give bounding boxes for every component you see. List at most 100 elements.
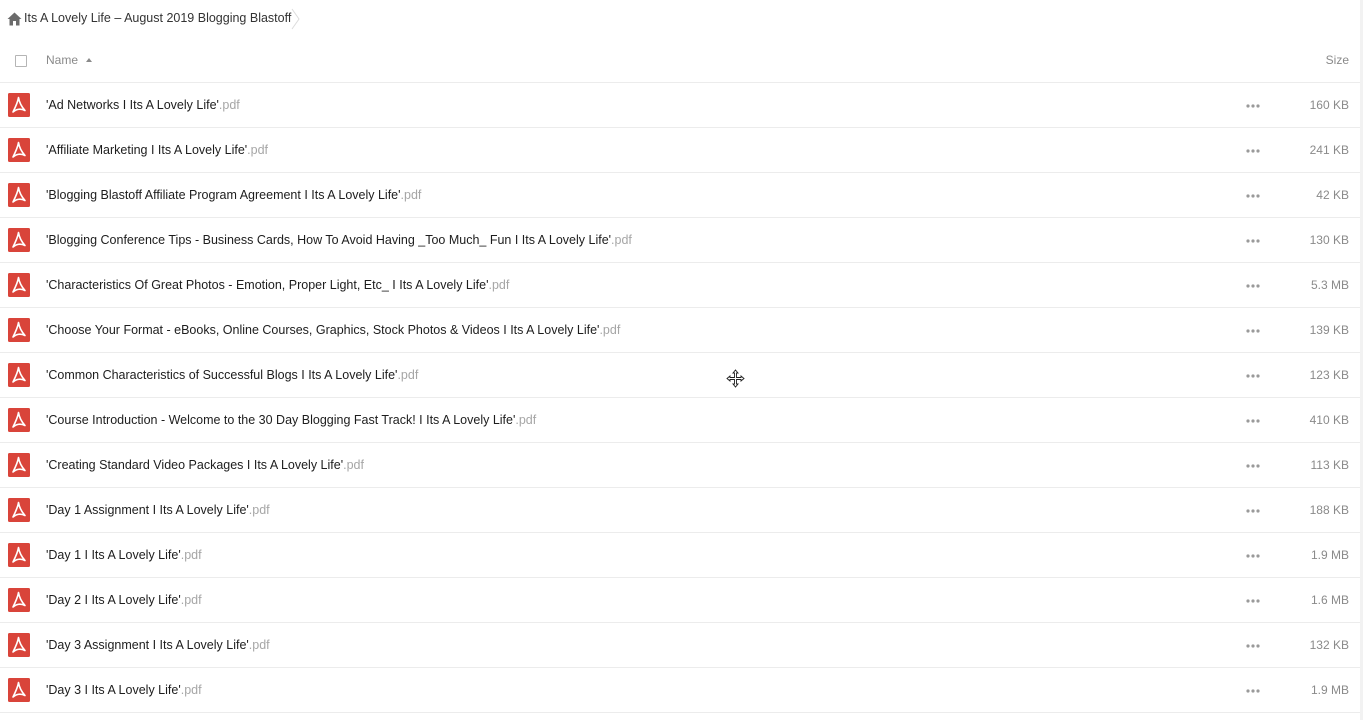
file-basename: 'Course Introduction - Welcome to the 30…: [46, 413, 516, 427]
file-name[interactable]: 'Course Introduction - Welcome to the 30…: [46, 413, 536, 427]
file-extension: .pdf: [180, 548, 202, 562]
file-extension: .pdf: [218, 98, 240, 112]
file-name[interactable]: 'Day 1 Assignment I Its A Lovely Life'.p…: [46, 503, 270, 517]
file-size: 241 KB: [1309, 143, 1349, 157]
more-options-icon[interactable]: [1245, 643, 1261, 649]
breadcrumb-separator-icon: [291, 8, 300, 30]
file-extension: .pdf: [397, 368, 419, 382]
file-name[interactable]: 'Creating Standard Video Packages I Its …: [46, 458, 364, 472]
file-list-header: Name Size: [0, 38, 1363, 83]
more-options-icon[interactable]: [1245, 463, 1261, 469]
pdf-file-icon: [8, 318, 30, 342]
file-size: 5.3 MB: [1310, 278, 1349, 292]
file-extension: .pdf: [248, 638, 270, 652]
file-basename: 'Day 3 Assignment I Its A Lovely Life': [46, 638, 249, 652]
file-extension: .pdf: [343, 458, 364, 472]
file-basename: 'Blogging Conference Tips - Business Car…: [46, 233, 612, 247]
file-basename: 'Characteristics Of Great Photos - Emoti…: [46, 278, 489, 292]
file-row[interactable]: 'Common Characteristics of Successful Bl…: [0, 353, 1363, 398]
more-options-icon[interactable]: [1245, 238, 1261, 244]
file-size: 123 KB: [1309, 368, 1349, 382]
pdf-file-icon: [8, 183, 30, 207]
more-options-icon[interactable]: [1245, 373, 1261, 379]
file-extension: .pdf: [515, 413, 537, 427]
file-name[interactable]: 'Blogging Blastoff Affiliate Program Agr…: [46, 188, 421, 202]
pdf-file-icon: [8, 228, 30, 252]
more-options-icon[interactable]: [1245, 418, 1261, 424]
file-extension: .pdf: [400, 188, 422, 202]
pdf-file-icon: [8, 588, 30, 612]
file-extension: .pdf: [247, 143, 269, 157]
file-name[interactable]: 'Day 2 I Its A Lovely Life'.pdf: [46, 593, 202, 607]
file-extension: .pdf: [248, 503, 270, 517]
file-basename: 'Day 2 I Its A Lovely Life': [46, 593, 181, 607]
file-name[interactable]: 'Day 3 Assignment I Its A Lovely Life'.p…: [46, 638, 270, 652]
file-basename: 'Common Characteristics of Successful Bl…: [46, 368, 398, 382]
more-options-icon[interactable]: [1245, 688, 1261, 694]
file-row[interactable]: 'Creating Standard Video Packages I Its …: [0, 443, 1363, 488]
file-size: 410 KB: [1309, 413, 1349, 427]
pdf-file-icon: [8, 138, 30, 162]
breadcrumb: Its A Lovely Life – August 2019 Blogging…: [0, 0, 1363, 38]
pdf-file-icon: [8, 678, 30, 702]
pdf-file-icon: [8, 633, 30, 657]
file-basename: 'Affiliate Marketing I Its A Lovely Life…: [46, 143, 248, 157]
file-name[interactable]: 'Common Characteristics of Successful Bl…: [46, 368, 418, 382]
file-row[interactable]: 'Day 3 I Its A Lovely Life'.pdf 1.9 MB: [0, 668, 1363, 713]
more-options-icon[interactable]: [1245, 193, 1261, 199]
file-name[interactable]: 'Affiliate Marketing I Its A Lovely Life…: [46, 143, 268, 157]
file-row[interactable]: 'Day 1 Assignment I Its A Lovely Life'.p…: [0, 488, 1363, 533]
pdf-file-icon: [8, 498, 30, 522]
pdf-file-icon: [8, 273, 30, 297]
size-column-header[interactable]: Size: [1326, 53, 1349, 67]
file-row[interactable]: 'Ad Networks I Its A Lovely Life'.pdf 160…: [0, 83, 1363, 128]
file-row[interactable]: 'Day 2 I Its A Lovely Life'.pdf 1.6 MB: [0, 578, 1363, 623]
file-basename: 'Blogging Blastoff Affiliate Program Agr…: [46, 188, 401, 202]
file-size: 139 KB: [1309, 323, 1349, 337]
file-row[interactable]: 'Choose Your Format - eBooks, Online Cou…: [0, 308, 1363, 353]
file-basename: 'Ad Networks I Its A Lovely Life': [46, 98, 219, 112]
more-options-icon[interactable]: [1245, 103, 1261, 109]
file-row[interactable]: 'Day 3 Assignment I Its A Lovely Life'.p…: [0, 623, 1363, 668]
more-options-icon[interactable]: [1245, 148, 1261, 154]
home-icon[interactable]: [7, 12, 22, 26]
more-options-icon[interactable]: [1245, 553, 1261, 559]
file-row[interactable]: 'Blogging Blastoff Affiliate Program Agr…: [0, 173, 1363, 218]
more-options-icon[interactable]: [1245, 598, 1261, 604]
file-name[interactable]: 'Choose Your Format - eBooks, Online Cou…: [46, 323, 620, 337]
name-column-header[interactable]: Name: [46, 53, 78, 67]
file-size: 130 KB: [1309, 233, 1349, 247]
more-options-icon[interactable]: [1245, 328, 1261, 334]
file-extension: .pdf: [599, 323, 621, 337]
file-size: 1.9 MB: [1310, 683, 1349, 697]
pdf-file-icon: [8, 93, 30, 117]
file-size: 113 KB: [1310, 458, 1349, 472]
file-row[interactable]: 'Day 1 I Its A Lovely Life'.pdf 1.9 MB: [0, 533, 1363, 578]
file-row[interactable]: 'Affiliate Marketing I Its A Lovely Life…: [0, 128, 1363, 173]
pdf-file-icon: [8, 363, 30, 387]
select-all-checkbox[interactable]: [15, 55, 27, 67]
file-size: 1.6 MB: [1310, 593, 1349, 607]
file-name[interactable]: 'Ad Networks I Its A Lovely Life'.pdf: [46, 98, 240, 112]
file-name[interactable]: 'Day 3 I Its A Lovely Life'.pdf: [46, 683, 202, 697]
file-row[interactable]: 'Blogging Conference Tips - Business Car…: [0, 218, 1363, 263]
file-row[interactable]: 'Characteristics Of Great Photos - Emoti…: [0, 263, 1363, 308]
breadcrumb-current-folder[interactable]: Its A Lovely Life – August 2019 Blogging…: [24, 11, 291, 25]
file-basename: 'Creating Standard Video Packages I Its …: [46, 458, 344, 472]
more-options-icon[interactable]: [1245, 283, 1261, 289]
file-name[interactable]: 'Blogging Conference Tips - Business Car…: [46, 233, 632, 247]
file-name[interactable]: 'Characteristics Of Great Photos - Emoti…: [46, 278, 509, 292]
file-name[interactable]: 'Day 1 I Its A Lovely Life'.pdf: [46, 548, 202, 562]
file-extension: .pdf: [611, 233, 632, 247]
file-basename: 'Day 1 Assignment I Its A Lovely Life': [46, 503, 249, 517]
file-basename: 'Day 1 I Its A Lovely Life': [46, 548, 181, 562]
file-extension: .pdf: [488, 278, 510, 292]
file-row[interactable]: 'Course Introduction - Welcome to the 30…: [0, 398, 1363, 443]
file-size: 1.9 MB: [1310, 548, 1349, 562]
more-options-icon[interactable]: [1245, 508, 1261, 514]
pdf-file-icon: [8, 408, 30, 432]
file-extension: .pdf: [180, 683, 202, 697]
sort-ascending-icon[interactable]: [86, 58, 92, 62]
file-size: 188 KB: [1309, 503, 1349, 517]
pdf-file-icon: [8, 453, 30, 477]
